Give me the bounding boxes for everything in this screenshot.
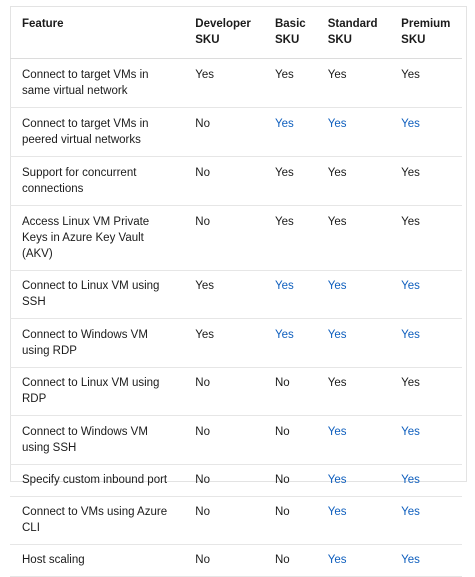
sku-value-cell: Yes [315,496,390,545]
feature-cell: Connect to Linux VM using RDP [10,367,184,416]
sku-value-cell: No [262,496,316,545]
header-developer-sku-label: SKU [195,34,220,46]
feature-cell: Connect to Linux VM using SSH [10,270,184,319]
feature-cell: Specify custom inbound port [10,464,184,497]
header-feature-label: Feature [22,18,64,30]
table-header: Feature Developer SKU Basic SKU Standard SK… [10,6,462,59]
sku-value-cell: No [262,464,316,497]
sku-value-cell: Yes [389,496,462,545]
feature-cell: Connect to Windows VM using SSH [10,415,184,465]
header-basic-label: Basic [274,18,306,30]
table-body: Connect to target VMs in same virtual ne… [10,58,462,577]
header-basic-sku-label: SKU [274,34,300,46]
feature-cell: Support for concurrent connections [10,156,184,206]
table-row: Support for concurrent connections No Yes Y… [10,156,462,206]
sku-value-cell: Yes [315,107,390,157]
sku-value-cell: Yes [315,156,390,206]
sku-value-cell: Yes [315,58,390,108]
table-row: Connect to VMs using Azure CLI No No Yes Yes [10,496,462,545]
sku-value-cell: Yes [389,367,462,416]
feature-cell: Connect to VMs using Azure CLI [10,496,184,545]
table-row: Connect to Linux VM using RDP No No Yes Yes [10,367,462,416]
sku-value-cell: No [183,415,263,465]
sku-value-cell: Yes [262,107,316,157]
table-row: Connect to Linux VM using SSH Yes Yes Yes Ye… [10,270,462,319]
sku-value-cell: Yes [389,107,462,157]
header-feature: Feature [10,6,184,59]
header-developer-sku: Developer SKU [183,6,263,59]
sku-value-cell: Yes [183,318,263,368]
sku-value-cell: No [183,367,263,416]
sku-value-cell: Yes [315,318,390,368]
sku-value-cell: Yes [315,464,390,497]
sku-value-cell: Yes [262,156,316,206]
sku-value-cell: Yes [389,270,462,319]
sku-value-cell: Yes [389,58,462,108]
sku-value-cell: No [183,156,263,206]
sku-value-cell: Yes [389,544,462,577]
sku-value-cell: Yes [315,415,390,465]
header-premium-sku-label: SKU [401,34,426,46]
header-standard-sku-label: SKU [327,34,352,46]
sku-value-cell: Yes [262,270,316,319]
sku-value-cell: Yes [315,367,390,416]
table-row: Specify custom inbound port No No Yes Yes [10,464,462,497]
table-row: Connect to Windows VM using RDP Yes Yes Yes… [10,318,462,368]
feature-cell: Host scaling [10,544,184,577]
sku-value-cell: No [262,544,316,577]
sku-value-cell: Yes [262,205,316,271]
sku-feature-table: Feature Developer SKU Basic SKU Standard SK… [10,6,462,577]
sku-value-cell: Yes [315,270,390,319]
sku-value-cell: Yes [262,58,316,108]
sku-value-cell: Yes [389,156,462,206]
header-row: Feature Developer SKU Basic SKU Standard SK… [10,6,462,59]
feature-cell: Connect to target VMs in same virtual ne… [10,58,184,108]
sku-value-cell: No [262,367,316,416]
table-row: Connect to Windows VM using SSH No No Yes Ye… [10,415,462,465]
sku-value-cell: No [183,544,263,577]
sku-value-cell: Yes [389,205,462,271]
feature-cell: Access Linux VM Private Keys in Azure Ke… [10,205,184,271]
sku-value-cell: No [183,496,263,545]
sku-value-cell: Yes [262,318,316,368]
sku-value-cell: No [262,415,316,465]
sku-value-cell: No [183,107,263,157]
sku-value-cell: Yes [389,318,462,368]
sku-value-cell: Yes [389,464,462,497]
feature-cell: Connect to target VMs in peered virtual … [10,107,184,157]
header-standard-label: Standard [327,18,378,30]
sku-value-cell: Yes [389,415,462,465]
header-basic-sku: Basic SKU [262,6,316,59]
sku-value-cell: No [183,464,263,497]
header-premium-sku: Premium SKU [389,6,462,59]
sku-value-cell: Yes [315,205,390,271]
table-row: Access Linux VM Private Keys in Azure Ke… [10,205,462,271]
table-row: Connect to target VMs in same virtual ne… [10,58,462,108]
header-premium-label: Premium [401,18,451,30]
header-standard-sku: Standard SKU [315,6,390,59]
header-developer-label: Developer [195,18,251,30]
feature-cell: Connect to Windows VM using RDP [10,318,184,368]
sku-value-cell: Yes [183,270,263,319]
sku-value-cell: Yes [315,544,390,577]
sku-value-cell: Yes [183,58,263,108]
table-row: Connect to target VMs in peered virtual … [10,107,462,157]
sku-value-cell: No [183,205,263,271]
table-row: Host scaling No No Yes Yes [10,544,462,577]
